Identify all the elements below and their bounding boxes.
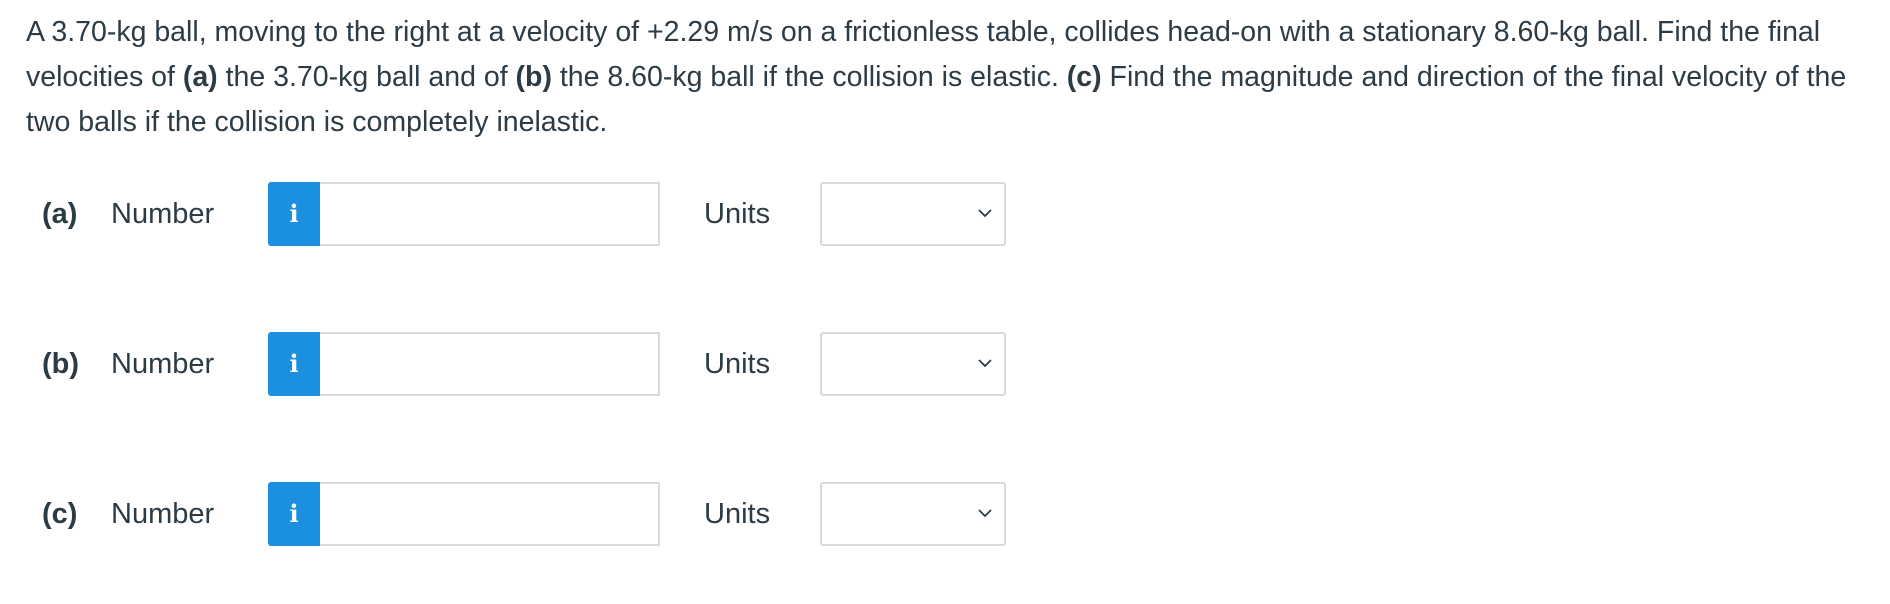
number-input[interactable] — [320, 482, 660, 546]
part-b-marker: (b) — [515, 61, 552, 93]
part-label: (c) — [42, 498, 78, 530]
info-icon: i — [289, 349, 299, 378]
answer-row-c: (c) Number i Units — [0, 482, 1100, 546]
info-button[interactable]: i — [268, 182, 320, 246]
chevron-down-icon — [978, 359, 992, 368]
answer-row-b: (b) Number i Units — [0, 332, 1100, 396]
info-button[interactable]: i — [268, 332, 320, 396]
question-text-segment: the 3.70-kg ball and of — [217, 61, 516, 93]
chevron-down-icon — [978, 209, 992, 218]
info-icon: i — [289, 199, 299, 228]
number-label: Number — [111, 498, 215, 530]
part-label: (b) — [42, 348, 80, 380]
info-button[interactable]: i — [268, 482, 320, 546]
units-label: Units — [704, 198, 771, 230]
units-select[interactable] — [820, 482, 1006, 546]
question-text: A 3.70-kg ball, moving to the right at a… — [26, 10, 1876, 145]
number-label: Number — [111, 348, 215, 380]
units-label: Units — [704, 498, 771, 530]
chevron-down-icon — [978, 509, 992, 518]
answer-row-a: (a) Number i Units — [0, 182, 1100, 246]
number-input[interactable] — [320, 182, 660, 246]
number-input[interactable] — [320, 332, 660, 396]
part-c-marker: (c) — [1066, 61, 1102, 93]
number-label: Number — [111, 198, 215, 230]
info-icon: i — [289, 499, 299, 528]
units-label: Units — [704, 348, 771, 380]
part-a-marker: (a) — [182, 61, 218, 93]
units-select[interactable] — [820, 332, 1006, 396]
units-select[interactable] — [820, 182, 1006, 246]
question-text-segment: the 8.60-kg ball if the collision is ela… — [551, 61, 1067, 93]
part-label: (a) — [42, 198, 78, 230]
